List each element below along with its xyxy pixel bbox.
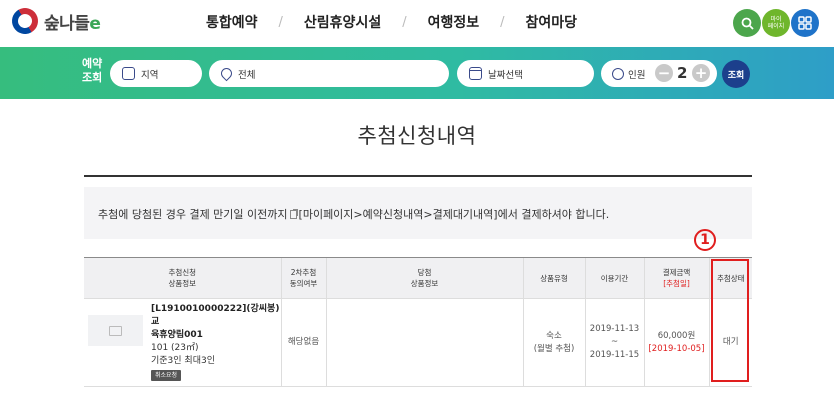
cancel-request-button[interactable]: 취소요청 [151,370,182,381]
calendar-icon [469,67,482,80]
lottery-application-table: 추첨신청 상품정보 2차추첨 동의여부 당첨 상품정보 상품유형 이용기간 결제금액[… [84,257,752,387]
header-second-draw: 2차추첨 동의여부 [280,257,326,299]
reservation-search-bar: 예약 조회 지역 전체 날짜선택 인원 − 2 + [0,47,834,99]
product-room: 101 (23㎡) [151,343,199,353]
main-nav: 통합예약 / 산림휴양시설 / 여행정보 / 참여마당 [206,12,577,32]
facility-label: 전체 [238,69,256,81]
cell-second-draw: 해당없음 [280,298,326,387]
region-label: 지역 [141,69,159,81]
person-icon [612,67,624,80]
copy-icon [289,210,297,219]
nav-separator: / [402,14,407,30]
image-placeholder-icon [109,325,122,336]
header-type: 상품유형 [522,257,585,299]
increase-people-button[interactable]: + [692,64,710,82]
annotation-highlight-box [711,259,749,382]
header-win-product: 당첨 상품정보 [325,257,523,299]
mypage-label: 마이 페이지 [767,16,785,30]
nav-separator: / [278,14,283,30]
cell-amount: 60,000원 [2019-10-05] [643,298,709,387]
nav-separator: / [500,14,505,30]
search-bar-label: 예약 조회 [82,57,103,84]
product-thumbnail [88,315,143,346]
cell-win-product [325,298,523,387]
table-row: [L1910010000222](강씨봉)교 육휴양림001 101 (23㎡) … [84,298,752,387]
site-logo[interactable]: 숲나들e [7,3,101,39]
annotation-number-marker: 1 [694,229,716,251]
search-submit-button[interactable]: 조회 [722,60,750,88]
all-menu-button[interactable] [791,9,819,37]
people-stepper: 인원 − 2 + [601,60,717,87]
logo-text: 숲나들e [44,13,101,34]
payment-notice: 추첨에 당첨된 경우 결제 만기일 이전까지 [마이페이지>예약신청내역>결제대기… [84,187,752,239]
nav-item-travel[interactable]: 여행정보 [428,12,480,32]
map-icon [122,67,135,80]
people-count: 2 [677,64,688,82]
date-label: 날짜선택 [488,69,523,81]
people-label: 인원 [628,69,646,81]
cell-product: [L1910010000222](강씨봉)교 육휴양림001 101 (23㎡) … [84,298,281,387]
date-picker[interactable]: 날짜선택 [457,60,594,87]
nav-item-facilities[interactable]: 산림휴양시설 [304,12,381,32]
location-pin-icon [218,65,235,82]
facility-select[interactable]: 전체 [209,60,449,87]
taegeuk-logo-icon [7,3,43,39]
header-period: 이용기간 [584,257,644,299]
product-name[interactable]: [L1910010000222](강씨봉)교 육휴양림001 [151,303,281,342]
cell-type: 숙소 (월별 추첨) [522,298,585,387]
header-amount: 결제금액 [추첨일] [643,257,709,299]
region-select[interactable]: 지역 [110,60,202,87]
title-divider [84,175,752,177]
header-product: 추첨신청 상품정보 [84,257,281,299]
decrease-people-button[interactable]: − [655,64,673,82]
search-icon [741,17,754,30]
mypage-button[interactable]: 마이 페이지 [762,9,790,37]
search-button[interactable] [733,9,761,37]
table-header-row: 추첨신청 상품정보 2차추첨 동의여부 당첨 상품정보 상품유형 이용기간 결제금액[… [84,257,752,299]
product-capacity: 기준3인 최대3인 [151,356,215,366]
nav-item-community[interactable]: 참여마당 [526,12,578,32]
nav-item-reservation[interactable]: 통합예약 [206,12,258,32]
grid-menu-icon [798,16,812,30]
page-title: 추첨신청내역 [357,124,477,148]
site-header: 숲나들e 통합예약 / 산림휴양시설 / 여행정보 / 참여마당 마이 페이지 [0,0,834,46]
cell-period: 2019-11-13 ~2019-11-15 [584,298,644,387]
